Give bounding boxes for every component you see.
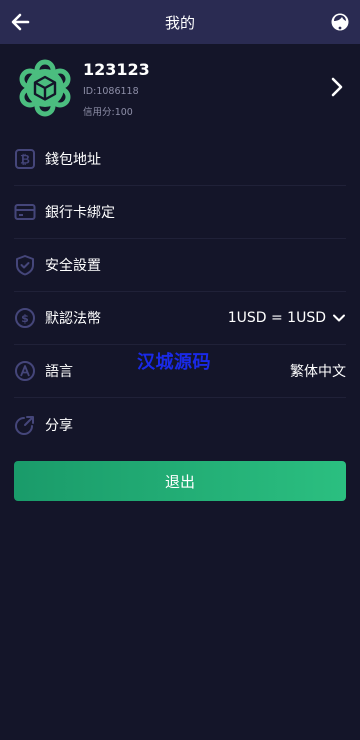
svg-text:$: $ <box>21 312 29 325</box>
credit-card-icon <box>14 201 36 223</box>
user-id: ID:1086118 <box>83 86 139 97</box>
menu-label-security: 安全設置 <box>45 258 101 274</box>
menu-item-wallet[interactable]: ₿ 錢包地址 <box>14 133 346 186</box>
page-title: 我的 <box>164 13 195 32</box>
share-arrow-icon <box>14 414 36 436</box>
menu-item-bank[interactable]: 銀行卡綁定 <box>14 186 346 239</box>
logout-button[interactable]: 退出 <box>14 461 346 501</box>
menu-label-language: 語言 <box>45 364 73 380</box>
language-selector[interactable]: 繁体中文 <box>290 345 346 397</box>
avatar <box>19 59 71 117</box>
watermark-text: 汉城源码 <box>137 352 211 373</box>
menu-label-currency: 默認法幣 <box>45 311 101 327</box>
menu-label-bank: 銀行卡綁定 <box>45 205 115 221</box>
settings-menu: ₿ 錢包地址 銀行卡綁定 安全設置 $ 默認法幣 1USD = 1USD 語言 … <box>0 133 360 451</box>
customer-service-icon[interactable] <box>330 12 350 32</box>
currency-selector[interactable]: 1USD = 1USD <box>228 292 346 344</box>
app-root: 我的 123123 ID:1086118 信用分:100 ₿ 錢包地址 銀行卡綁… <box>0 0 360 740</box>
credit-score: 信用分:100 <box>83 107 133 118</box>
language-value: 繁体中文 <box>290 364 346 380</box>
svg-text:₿: ₿ <box>20 153 30 167</box>
menu-item-security[interactable]: 安全設置 <box>14 239 346 292</box>
profile-card[interactable]: 123123 ID:1086118 信用分:100 <box>0 56 360 122</box>
back-arrow-icon[interactable] <box>8 9 34 35</box>
language-a-icon <box>14 360 36 382</box>
menu-label-share: 分享 <box>45 417 73 434</box>
chevron-down-icon <box>333 314 345 322</box>
dollar-circle-icon: $ <box>14 307 36 329</box>
shield-check-icon <box>14 254 36 276</box>
top-bar: 我的 <box>0 0 360 44</box>
menu-item-currency[interactable]: $ 默認法幣 1USD = 1USD <box>14 292 346 345</box>
bitcoin-wallet-icon: ₿ <box>14 148 36 170</box>
currency-value: 1USD = 1USD <box>227 310 326 326</box>
menu-item-share[interactable]: 分享 <box>14 398 346 451</box>
chevron-right-icon <box>331 77 343 97</box>
username: 123123 <box>83 60 150 79</box>
menu-label-wallet: 錢包地址 <box>45 152 101 168</box>
